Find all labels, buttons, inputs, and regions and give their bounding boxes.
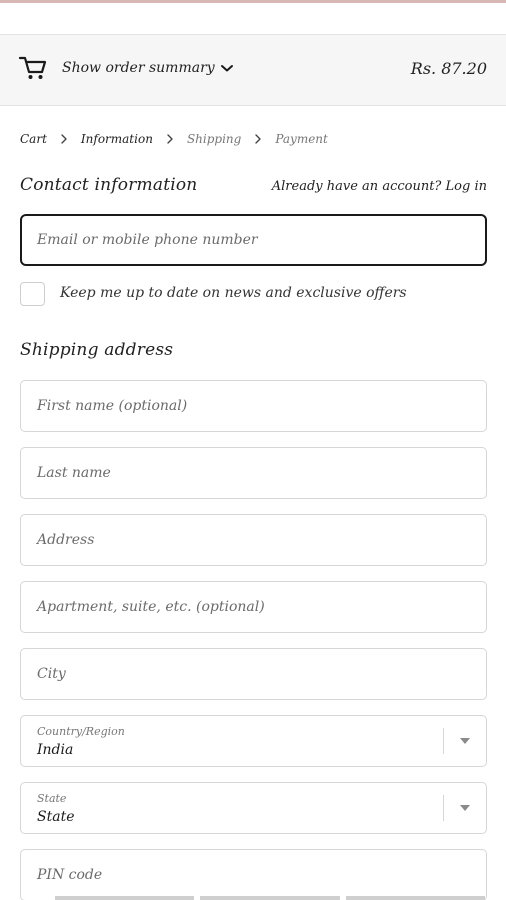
apartment-placeholder: Apartment, suite, etc. (optional): [37, 599, 265, 615]
first-name-field[interactable]: First name (optional): [20, 380, 487, 432]
breadcrumb-payment: Payment: [275, 132, 328, 146]
breadcrumb-shipping: Shipping: [186, 132, 242, 146]
country-select[interactable]: Country/Region India: [20, 715, 487, 767]
country-value: India: [37, 742, 74, 758]
pin-code-field[interactable]: PIN code: [20, 849, 487, 900]
address-placeholder: Address: [37, 532, 95, 548]
bottom-edge-segment: [200, 896, 340, 900]
pin-code-placeholder: PIN code: [37, 867, 103, 883]
contact-information-heading: Contact information: [20, 175, 198, 195]
shipping-address-heading: Shipping address: [20, 340, 174, 360]
chevron-down-icon: [220, 65, 233, 72]
chevron-right-icon: [255, 134, 262, 144]
country-label: Country/Region: [37, 725, 125, 738]
address-field[interactable]: Address: [20, 514, 487, 566]
cart-icon: [18, 56, 47, 79]
show-order-summary-toggle[interactable]: Show order summary: [62, 60, 235, 76]
newsletter-checkbox[interactable]: [20, 282, 45, 306]
login-link[interactable]: Log in: [446, 179, 487, 194]
caret-down-icon: [460, 738, 470, 744]
breadcrumb-cart[interactable]: Cart: [20, 132, 47, 146]
email-field-placeholder: Email or mobile phone number: [37, 232, 258, 248]
caret-down-icon: [460, 805, 470, 811]
state-value: State: [37, 809, 75, 825]
account-prompt-text: Already have an account?: [271, 179, 442, 194]
first-name-placeholder: First name (optional): [37, 398, 188, 414]
chevron-right-icon: [167, 134, 173, 144]
top-accent-strip: [0, 0, 506, 3]
bottom-edge-segment: [55, 896, 195, 900]
bottom-edge-shadow: [55, 896, 485, 900]
chevron-right-icon: [61, 134, 67, 144]
state-select[interactable]: State State: [20, 782, 487, 834]
city-field[interactable]: City: [20, 648, 487, 700]
summary-toggle-label[interactable]: Show order summary: [62, 60, 215, 76]
newsletter-label[interactable]: Keep me up to date on news and exclusive…: [60, 285, 407, 301]
breadcrumb: Cart Information Shipping Payment: [20, 132, 328, 146]
last-name-field[interactable]: Last name: [20, 447, 487, 499]
breadcrumb-information: Information: [80, 132, 153, 146]
select-divider: [443, 728, 444, 754]
state-label: State: [37, 792, 67, 805]
apartment-field[interactable]: Apartment, suite, etc. (optional): [20, 581, 487, 633]
last-name-placeholder: Last name: [37, 465, 111, 481]
bottom-edge-segment: [345, 896, 485, 900]
email-field[interactable]: Email or mobile phone number: [20, 214, 487, 266]
city-placeholder: City: [37, 666, 66, 682]
order-summary-bar[interactable]: Show order summary Rs. 87.20: [0, 34, 506, 106]
order-total: Rs. 87.20: [410, 59, 487, 78]
select-divider: [443, 795, 444, 821]
account-prompt: Already have an account? Log in: [272, 179, 487, 194]
